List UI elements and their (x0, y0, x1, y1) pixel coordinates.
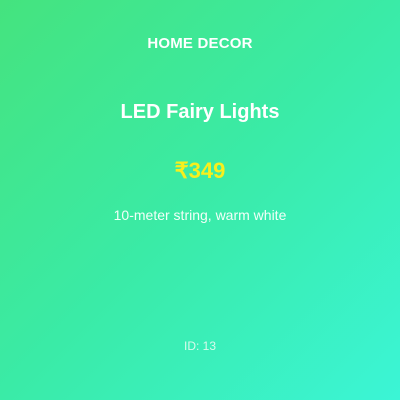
product-description: 10-meter string, warm white (113, 207, 287, 223)
product-title: LED Fairy Lights (120, 101, 280, 123)
product-price: ₹349 (174, 158, 226, 183)
product-id: ID: 13 (183, 339, 216, 353)
product-category: HOME DECOR (147, 35, 253, 52)
product-card: HOME DECOR LED Fairy Lights ₹349 10-mete… (0, 0, 400, 400)
